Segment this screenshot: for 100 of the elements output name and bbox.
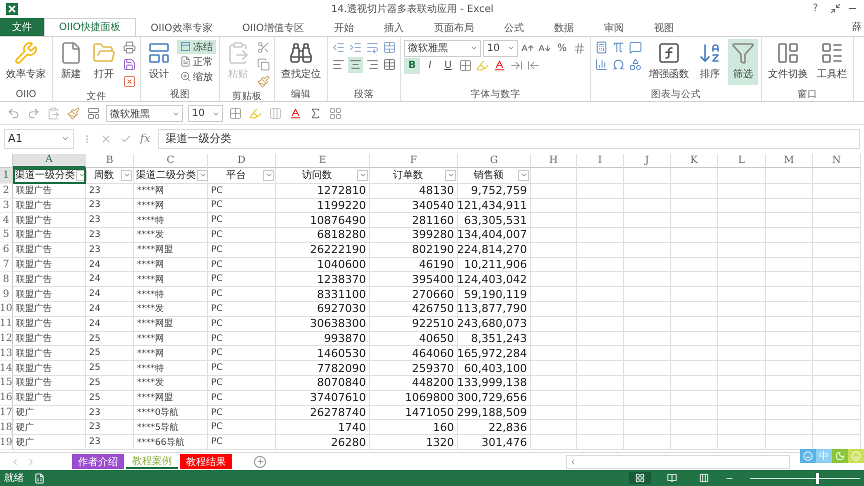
macro-icon[interactable] (34, 472, 45, 484)
header-cell[interactable]: 平台 (208, 168, 276, 184)
save-button[interactable] (122, 56, 137, 73)
font-name-field[interactable]: 微软雅黑 (404, 40, 481, 57)
brush-button[interactable] (256, 74, 271, 90)
row-header[interactable]: 14 (0, 361, 13, 376)
row-header[interactable]: 11 (0, 316, 13, 332)
row-header[interactable]: 16 (0, 390, 13, 406)
column-header[interactable]: C (134, 154, 208, 168)
paste-button[interactable] (46, 106, 61, 122)
column-header[interactable]: N (813, 154, 861, 168)
borders-button[interactable] (458, 58, 473, 74)
restore-icon[interactable] (830, 3, 841, 14)
table-button[interactable] (382, 56, 397, 73)
formula-field[interactable]: 渠道一级分类 (158, 128, 860, 149)
row-header[interactable]: 8 (0, 272, 13, 288)
row-header[interactable]: 12 (0, 332, 13, 346)
column-header[interactable]: A (13, 154, 86, 168)
row-header[interactable]: 17 (0, 406, 13, 420)
column-header[interactable]: G (458, 154, 531, 168)
ribbon-button[interactable]: 排序 (695, 38, 725, 85)
chart-button[interactable] (594, 56, 609, 73)
filter-button[interactable] (76, 170, 87, 181)
header-cell[interactable]: 渠道二级分类 (134, 168, 208, 184)
header-cell[interactable]: 销售额 (458, 168, 531, 184)
file-tab[interactable]: 文件 (0, 18, 44, 36)
scroll-left-icon[interactable] (569, 458, 577, 466)
ribbon-button[interactable]: 新建 (56, 38, 86, 85)
column-header[interactable]: K (671, 154, 718, 168)
format-button[interactable]: % (554, 40, 570, 56)
enter-icon[interactable] (120, 132, 132, 145)
row-header[interactable]: 19 (0, 435, 13, 450)
add-sheet-button[interactable] (254, 456, 266, 468)
horizontal-scrollbar[interactable] (566, 454, 790, 469)
close-file-button[interactable] (122, 74, 137, 90)
number-format-button[interactable] (572, 40, 587, 56)
ribbon-button[interactable]: 文件切换 (765, 38, 811, 85)
header-cell[interactable]: 访问数 (276, 168, 370, 184)
comment-button[interactable] (628, 40, 643, 56)
ribbon-button[interactable]: 增强函数 (646, 38, 692, 85)
scissors-button[interactable] (256, 40, 271, 56)
cancel-icon[interactable] (100, 132, 112, 145)
ribbon-button[interactable]: 工具栏 (814, 38, 850, 85)
row-header[interactable]: 10 (0, 302, 13, 317)
row-header[interactable]: 7 (0, 258, 13, 272)
printer-button[interactable] (122, 40, 137, 56)
sheet-tab[interactable]: 作者介绍 (72, 454, 124, 470)
shapes-button[interactable] (628, 56, 643, 73)
format-button[interactable]: I (422, 58, 438, 74)
column-header[interactable]: B (86, 154, 134, 168)
row-header[interactable]: 2 (0, 184, 13, 198)
view-button[interactable]: 缩放 (177, 70, 216, 84)
ribbon-button[interactable]: 设计 (144, 38, 174, 85)
format-button[interactable] (86, 106, 101, 122)
column-header[interactable]: I (577, 154, 624, 168)
ime-logo-button[interactable] (800, 449, 816, 463)
column-header[interactable]: F (370, 154, 458, 168)
row-header[interactable]: 3 (0, 198, 13, 214)
header-cell[interactable]: 订单数 (370, 168, 458, 184)
view-button[interactable]: 正常 (177, 54, 216, 69)
row-header[interactable]: 13 (0, 346, 13, 362)
column-header[interactable]: J (624, 154, 671, 168)
row-header[interactable]: 5 (0, 228, 13, 243)
ribbon-tab[interactable]: OIIO快捷面板 (44, 18, 136, 37)
column-header[interactable]: E (276, 154, 370, 168)
insert-function-button[interactable]: fx (140, 132, 150, 146)
header-cell[interactable]: 渠道一级分类 (13, 168, 86, 184)
align-center-button[interactable] (348, 56, 363, 73)
row-header[interactable]: 18 (0, 420, 13, 436)
name-box[interactable]: A1 (4, 128, 74, 149)
format-button[interactable]: B (404, 58, 420, 74)
header-cell[interactable]: 周数 (86, 168, 134, 184)
copy-button[interactable] (256, 56, 271, 73)
ribbon-button[interactable]: 筛选 (728, 38, 758, 85)
brush-button[interactable] (66, 106, 81, 122)
ribbon-button[interactable]: 查找定位 (278, 38, 324, 85)
grid-button[interactable] (328, 106, 343, 122)
column-header[interactable]: D (208, 154, 276, 168)
ribbon-button[interactable]: 效率专家 (3, 38, 49, 85)
moon-button[interactable] (832, 449, 848, 463)
font-size-field[interactable]: 10 (483, 40, 518, 57)
borders-button[interactable] (228, 106, 243, 122)
font-size-field[interactable]: 10 (188, 105, 223, 122)
format-button[interactable]: U (440, 58, 456, 74)
row-header[interactable]: 15 (0, 376, 13, 391)
column-header[interactable]: M (766, 154, 813, 168)
sheet-tab[interactable]: 教程结果 (180, 454, 232, 470)
normal-view-button[interactable] (629, 472, 651, 484)
row-header[interactable]: 9 (0, 287, 13, 302)
font-name-field[interactable]: 微软雅黑 (106, 105, 183, 122)
columns-button[interactable] (268, 106, 283, 122)
merge-cells-button[interactable] (382, 40, 397, 56)
ribbon-button[interactable]: 打开 (89, 38, 119, 85)
row-header[interactable]: 6 (0, 242, 13, 258)
row-header[interactable]: 1 (0, 168, 13, 184)
help-button[interactable]: ? (806, 3, 824, 14)
column-header[interactable]: L (718, 154, 766, 168)
row-header[interactable]: 4 (0, 213, 13, 228)
column-header[interactable]: H (531, 154, 577, 168)
calculator-button[interactable] (594, 40, 609, 56)
